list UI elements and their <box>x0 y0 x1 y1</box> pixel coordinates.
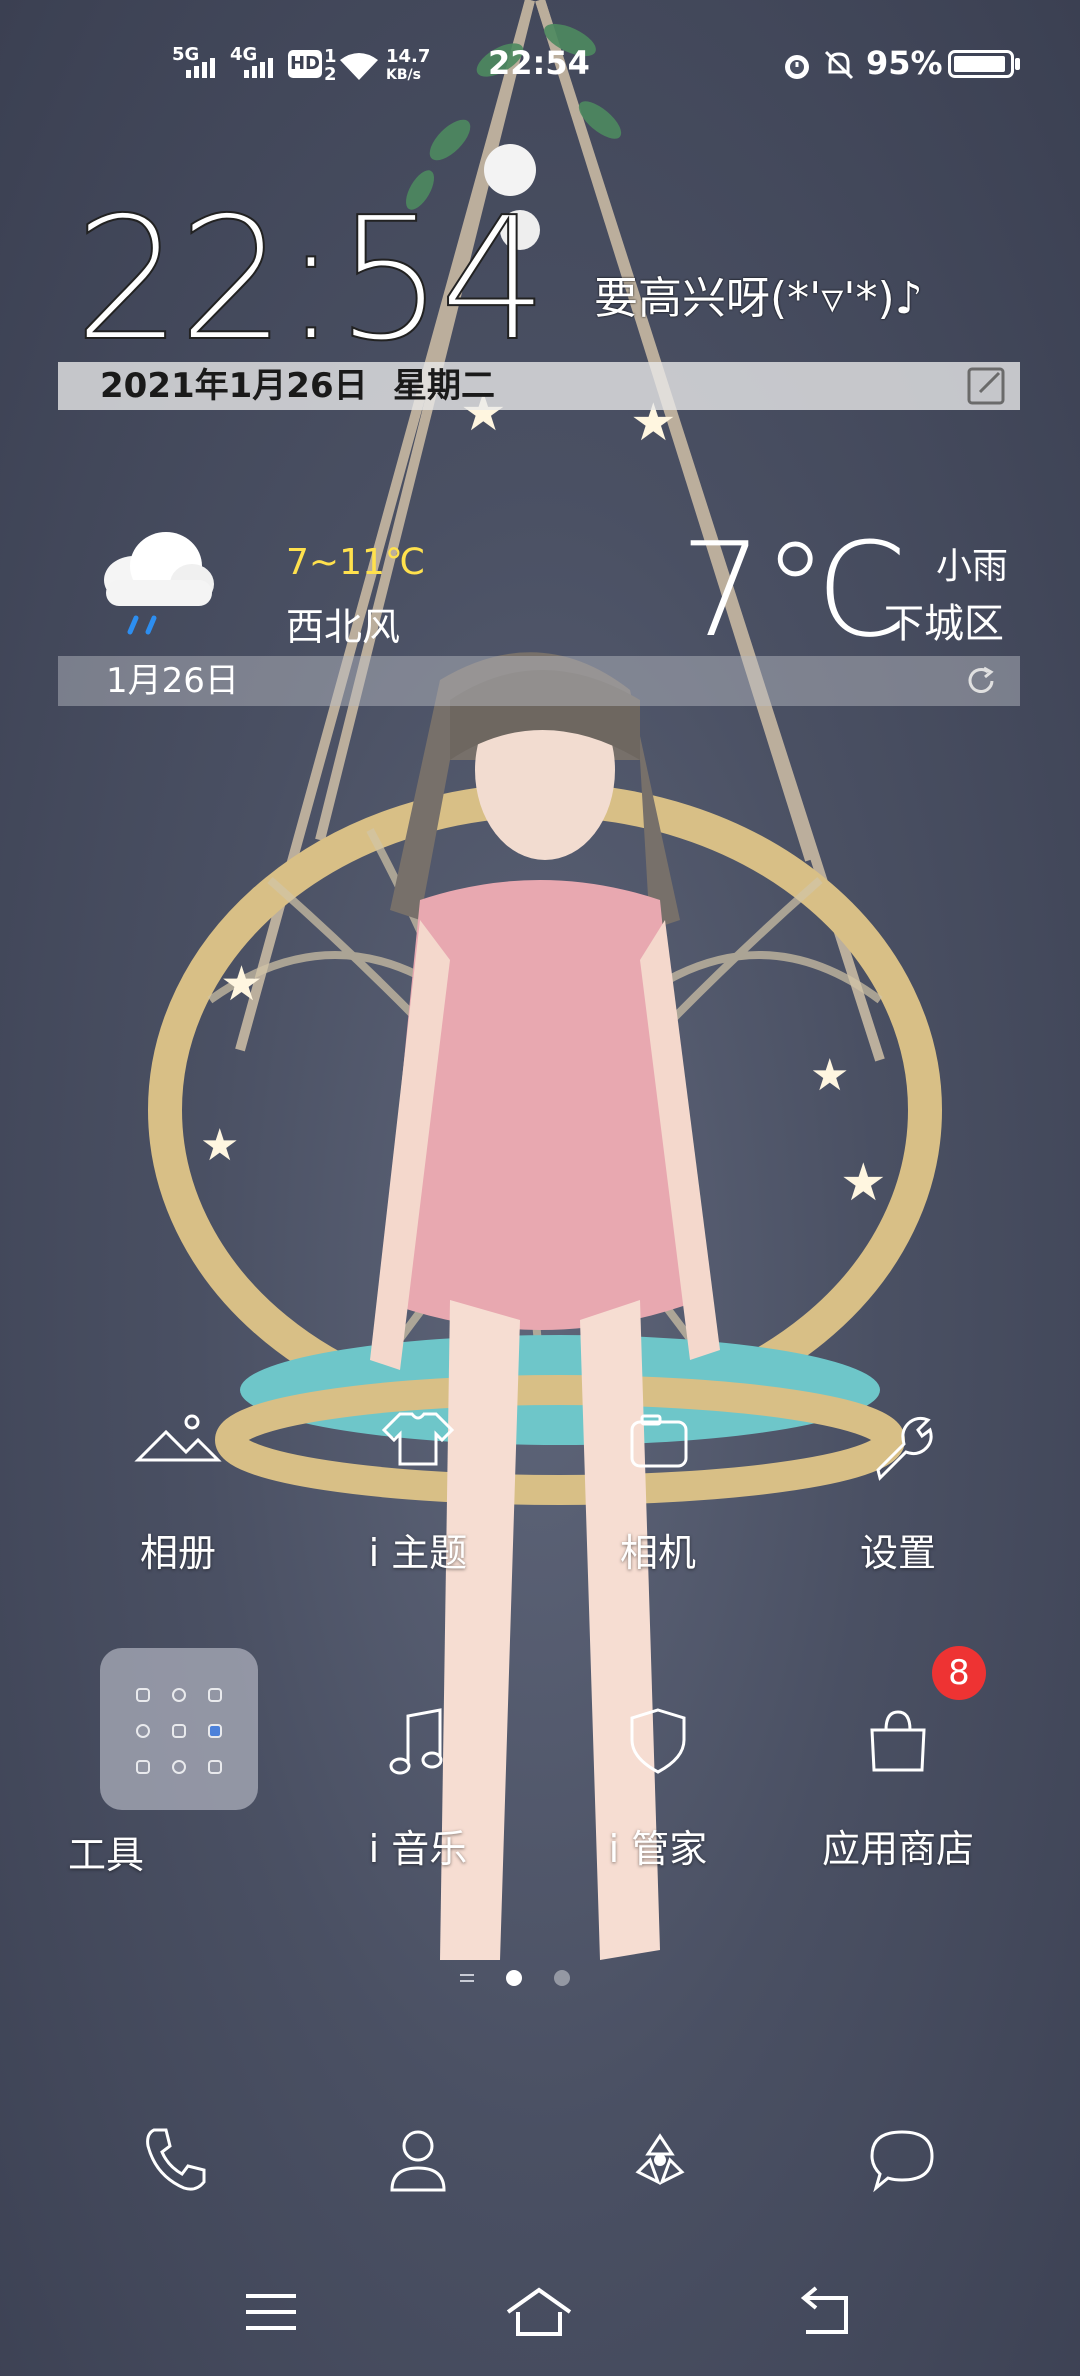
date-text: 2021年1月26日 <box>100 366 368 406</box>
tools-folder-icon[interactable] <box>100 1648 258 1810</box>
clock-widget-time[interactable]: 22:54 <box>73 194 549 366</box>
camera-aperture-icon[interactable] <box>620 2120 700 2200</box>
weather-date-bar: 1月26日 <box>58 656 1020 706</box>
hd-sim2: 2 <box>324 64 337 85</box>
svg-text:★: ★ <box>810 1050 849 1101</box>
app-label: 相机 <box>619 1531 696 1575</box>
svg-text:★: ★ <box>220 956 263 1012</box>
app-label: 应用商店 <box>821 1827 974 1871</box>
battery-tip <box>1015 58 1020 70</box>
settings-icon <box>876 1416 933 1481</box>
net-speed-value: 14.7 <box>386 46 431 67</box>
weather-condition: 小雨 <box>936 546 1009 587</box>
rain-cloud-icon[interactable] <box>96 528 216 638</box>
music-icon <box>389 1708 443 1775</box>
district-name: 下城区 <box>884 601 1004 647</box>
battery-percent: 95% <box>866 44 943 82</box>
app-store[interactable]: 应用商店 <box>788 1696 1008 1896</box>
edit-icon[interactable] <box>966 366 1006 406</box>
battery-fill <box>954 56 1005 72</box>
app-label: i 管家 <box>608 1827 708 1871</box>
back-icon[interactable] <box>790 2282 860 2342</box>
status-time: 22:54 <box>488 44 590 82</box>
mute-icon <box>824 50 854 80</box>
signal-icon <box>186 58 215 78</box>
contacts-icon[interactable] <box>378 2120 458 2200</box>
wind-direction: 西北风 <box>286 605 401 649</box>
date-bar[interactable]: 2021年1月26日 星期二 <box>58 362 1020 410</box>
app-label: 相册 <box>139 1531 216 1575</box>
status-bar: 5G 4G HD 1 2 14.7 KB/s 22:54 95% <box>0 0 1080 120</box>
wifi-icon <box>340 53 378 80</box>
shield-icon <box>630 1708 686 1774</box>
current-temperature[interactable]: 7℃ <box>680 525 909 655</box>
temp-range: 7~11℃ <box>286 542 426 583</box>
app-label: i 音乐 <box>368 1827 468 1871</box>
weekday-text: 星期二 <box>393 366 495 406</box>
notification-badge: 8 <box>932 1646 986 1700</box>
app-theme[interactable]: i 主题 <box>308 1400 528 1600</box>
app-gallery[interactable]: 相册 <box>68 1400 288 1600</box>
alarm-icon <box>785 55 809 79</box>
clock-widget-motto: 要高兴呀(*'▿'*)♪ <box>594 273 923 324</box>
tools-folder-label[interactable]: 工具 <box>68 1824 288 1879</box>
weather-date: 1月26日 <box>106 661 239 701</box>
app-label: 设置 <box>859 1531 936 1575</box>
page-dot[interactable] <box>506 1970 522 1986</box>
app-store-icon <box>870 1710 926 1772</box>
messages-icon[interactable] <box>862 2120 942 2200</box>
battery-icon <box>948 50 1014 78</box>
svg-text:★: ★ <box>200 1120 239 1171</box>
menu-icon[interactable] <box>236 2282 306 2342</box>
phone-icon[interactable] <box>136 2120 216 2200</box>
hd-badge: HD <box>288 50 322 78</box>
home-icon[interactable] <box>504 2282 574 2342</box>
page-dot[interactable] <box>554 1970 570 1986</box>
svg-text:★: ★ <box>840 1153 887 1213</box>
app-label: i 主题 <box>368 1531 468 1575</box>
app-manager[interactable]: i 管家 <box>548 1696 768 1896</box>
camera-icon <box>630 1414 688 1468</box>
app-camera[interactable]: 相机 <box>548 1400 768 1600</box>
gallery-icon <box>134 1414 222 1462</box>
page-indicator[interactable] <box>458 1966 618 1990</box>
refresh-icon[interactable] <box>964 664 998 698</box>
page-menu-icon[interactable] <box>458 1968 476 1988</box>
net-speed-unit: KB/s <box>386 67 421 83</box>
app-settings[interactable]: 设置 <box>788 1400 1008 1600</box>
theme-icon <box>381 1412 455 1466</box>
app-music[interactable]: i 音乐 <box>308 1696 528 1896</box>
signal-icon-2 <box>244 58 273 78</box>
